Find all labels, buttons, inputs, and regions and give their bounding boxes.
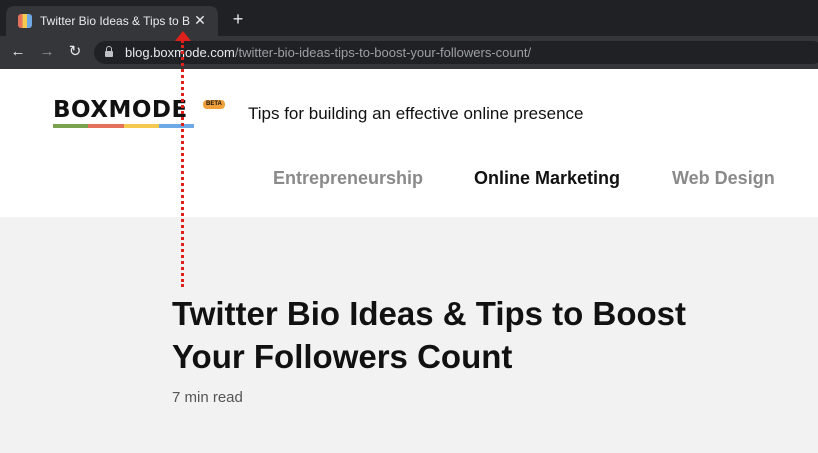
- logo-stripe-4: [158, 124, 194, 128]
- site-header: BOXMODE BETA Tips for building an effect…: [0, 69, 818, 217]
- reload-button[interactable]: ↻: [67, 44, 83, 60]
- logo-text[interactable]: BOXMODE: [53, 99, 188, 122]
- logo-stripes: [53, 124, 194, 128]
- read-time: 7 min read: [172, 389, 243, 406]
- tab-title: Twitter Bio Ideas & Tips to Boo: [40, 14, 190, 28]
- logo-stripe-2: [88, 124, 124, 128]
- beta-badge: BETA: [203, 100, 225, 109]
- url-path: /twitter-bio-ideas-tips-to-boost-your-fo…: [234, 45, 532, 60]
- nav-link-online-marketing[interactable]: Online Marketing: [474, 167, 620, 189]
- new-tab-button[interactable]: +: [229, 10, 247, 28]
- back-button[interactable]: ←: [10, 44, 26, 60]
- nav-link-web-design[interactable]: Web Design: [672, 167, 775, 189]
- close-icon[interactable]: ✕: [192, 12, 208, 28]
- tab-bar: Twitter Bio Ideas & Tips to Boo ✕ +: [0, 0, 818, 36]
- logo-stripe-1: [53, 124, 89, 128]
- url-host: blog.boxmode.com: [125, 45, 235, 60]
- nav-link-entrepreneurship[interactable]: Entrepreneurship: [273, 167, 423, 189]
- annotation-arrow-icon: [175, 31, 191, 41]
- lock-icon[interactable]: [105, 46, 113, 57]
- site-tagline: Tips for building an effective online pr…: [248, 104, 584, 123]
- logo-stripe-3: [123, 124, 159, 128]
- browser-toolbar: ← → ↻ blog.boxmode.com/twitter-bio-ideas…: [0, 36, 818, 69]
- forward-button[interactable]: →: [39, 44, 55, 60]
- url-text[interactable]: blog.boxmode.com/twitter-bio-ideas-tips-…: [125, 45, 531, 60]
- favicon-icon: [18, 14, 32, 28]
- address-bar[interactable]: blog.boxmode.com/twitter-bio-ideas-tips-…: [94, 41, 818, 64]
- article-title: Twitter Bio Ideas & Tips to Boost Your F…: [172, 295, 686, 375]
- annotation-dotted-line: [181, 40, 184, 287]
